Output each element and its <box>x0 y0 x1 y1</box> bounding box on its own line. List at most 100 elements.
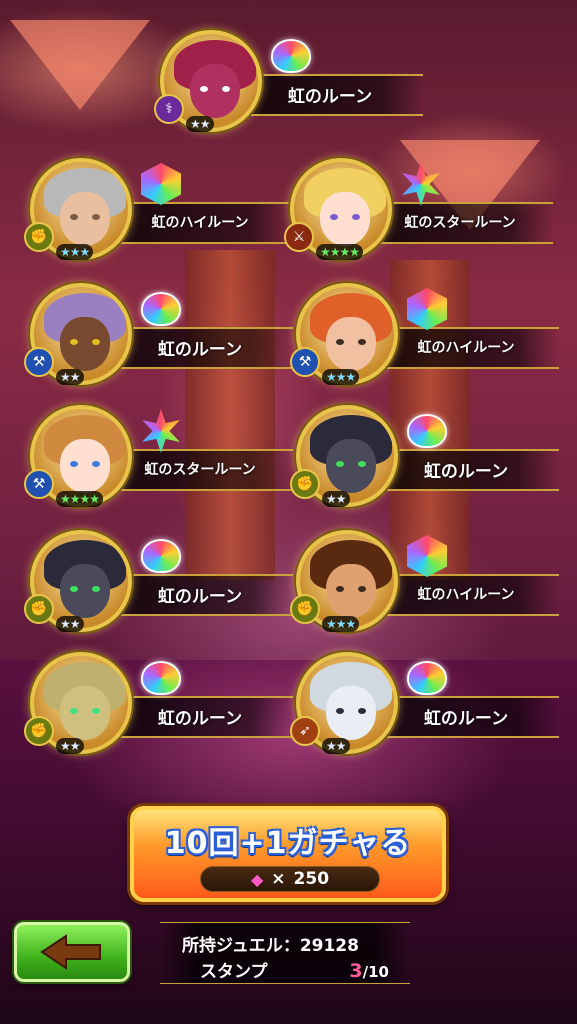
character-eye <box>70 461 78 467</box>
rune-name: 虹のハイルーン <box>417 340 515 356</box>
rune-name: 虹のルーン <box>423 709 509 729</box>
rune-name: 虹のルーン <box>157 587 243 607</box>
arrow-left-icon <box>40 934 101 970</box>
fist-icon: ✊ <box>24 222 54 252</box>
character-eye <box>70 586 78 592</box>
character-eye <box>200 86 208 92</box>
result-slot[interactable]: 虹のルーン ➶ ★★ <box>290 652 559 762</box>
character-eye <box>330 214 338 220</box>
stamp-max: 10 <box>368 963 389 981</box>
character-face <box>326 439 376 493</box>
axe-icon: ⚒ <box>24 347 54 377</box>
character-face <box>326 317 376 371</box>
rainbow-rune-icon <box>140 289 182 329</box>
info-panel: 所持ジュエル：29128 スタンプ 3/10 <box>160 922 410 984</box>
character-face <box>320 192 370 246</box>
character-eye <box>92 708 100 714</box>
character-face <box>60 317 110 371</box>
character-eye <box>222 86 230 92</box>
cost-value: 250 <box>293 869 330 889</box>
result-slot[interactable]: 虹のスタールーン ⚒ ★★★★ <box>24 405 293 515</box>
gacha-10-plus-1-button[interactable]: 10回+1ガチャる ◆ × 250 <box>130 806 446 902</box>
rune-name: 虹のハイルーン <box>151 215 249 231</box>
rarity-stars: ★★ <box>56 616 84 632</box>
result-slot[interactable]: 虹のルーン ⚕ ★★ <box>154 30 423 140</box>
jewel-separator: ： <box>282 936 300 956</box>
jewel-label: 所持ジュエル <box>182 936 283 956</box>
rainbow-rune-icon <box>140 536 182 576</box>
gacha-cost: ◆ × 250 <box>200 866 380 892</box>
result-slot[interactable]: 虹のハイルーン ✊ ★★★ <box>24 158 293 268</box>
character-eye <box>358 586 366 592</box>
rune-name: 虹のルーン <box>423 462 509 482</box>
character-eye <box>336 586 344 592</box>
jewel-row: 所持ジュエル：29128 <box>182 931 359 956</box>
result-slot[interactable]: 虹のハイルーン ✊ ★★★ <box>290 530 559 640</box>
gacha-button-label: 10回+1ガチャる <box>164 826 412 861</box>
rainbow-rune-icon <box>270 36 312 76</box>
axe-icon: ⚒ <box>290 347 320 377</box>
rainbow-rune-icon <box>406 288 448 330</box>
rainbow-rune-icon <box>406 535 448 577</box>
sword-icon: ⚔ <box>284 222 314 252</box>
character-eye <box>70 214 78 220</box>
character-eye <box>92 214 100 220</box>
result-slot[interactable]: 虹のハイルーン ⚒ ★★★ <box>290 283 559 393</box>
character-eye <box>92 339 100 345</box>
character-eye <box>70 339 78 345</box>
stamp-row: スタンプ 3/10 <box>200 957 389 982</box>
character-eye <box>336 461 344 467</box>
result-slot[interactable]: 虹のルーン ✊ ★★ <box>290 405 559 515</box>
character-face <box>60 564 110 618</box>
character-face <box>326 564 376 618</box>
character-eye <box>92 586 100 592</box>
rune-name: 虹のスタールーン <box>404 215 516 231</box>
result-slot[interactable]: 虹のルーン ✊ ★★ <box>24 530 293 640</box>
rune-name: 虹のルーン <box>157 709 243 729</box>
result-slot[interactable]: 虹のスタールーン ⚔ ★★★★ <box>284 158 553 268</box>
axe-icon: ⚒ <box>24 469 54 499</box>
character-eye <box>70 708 78 714</box>
character-eye <box>358 708 366 714</box>
rune-name: 虹のルーン <box>157 340 243 360</box>
rainbow-rune-icon <box>140 658 182 698</box>
rainbow-rune-icon <box>406 411 448 451</box>
back-button[interactable] <box>14 922 130 982</box>
rarity-stars: ★★ <box>322 491 350 507</box>
rarity-stars: ★★★ <box>56 244 94 260</box>
character-face <box>60 686 110 740</box>
rainbow-rune-icon <box>406 658 448 698</box>
rarity-stars: ★★★★ <box>316 244 364 260</box>
rune-name: 虹のハイルーン <box>417 587 515 603</box>
fist-icon: ✊ <box>24 594 54 624</box>
result-slot[interactable]: 虹のルーン ⚒ ★★ <box>24 283 293 393</box>
character-eye <box>92 461 100 467</box>
bow-icon: ➶ <box>290 716 320 746</box>
result-slot[interactable]: 虹のルーン ✊ ★★ <box>24 652 293 762</box>
fist-icon: ✊ <box>290 469 320 499</box>
rarity-stars: ★★★★ <box>56 491 104 507</box>
character-eye <box>352 214 360 220</box>
cost-prefix: × <box>271 869 286 889</box>
character-face <box>60 192 110 246</box>
stamp-current: 3 <box>349 960 363 982</box>
character-eye <box>358 461 366 467</box>
character-face <box>60 439 110 493</box>
character-eye <box>336 708 344 714</box>
rarity-stars: ★★ <box>56 369 84 385</box>
rarity-stars: ★★★ <box>322 369 360 385</box>
rarity-stars: ★★★ <box>322 616 360 632</box>
staff-icon: ⚕ <box>154 94 184 124</box>
fist-icon: ✊ <box>24 716 54 746</box>
character-face <box>326 686 376 740</box>
stamp-label: スタンプ <box>200 962 268 982</box>
rarity-stars: ★★ <box>56 738 84 754</box>
character-face <box>190 64 240 118</box>
rainbow-rune-icon <box>140 409 182 453</box>
fist-icon: ✊ <box>290 594 320 624</box>
gem-icon: ◆ <box>250 869 264 889</box>
character-eye <box>358 339 366 345</box>
rune-name: 虹のスタールーン <box>144 462 256 478</box>
jewel-value: 29128 <box>299 936 359 956</box>
rune-name: 虹のルーン <box>287 87 373 107</box>
